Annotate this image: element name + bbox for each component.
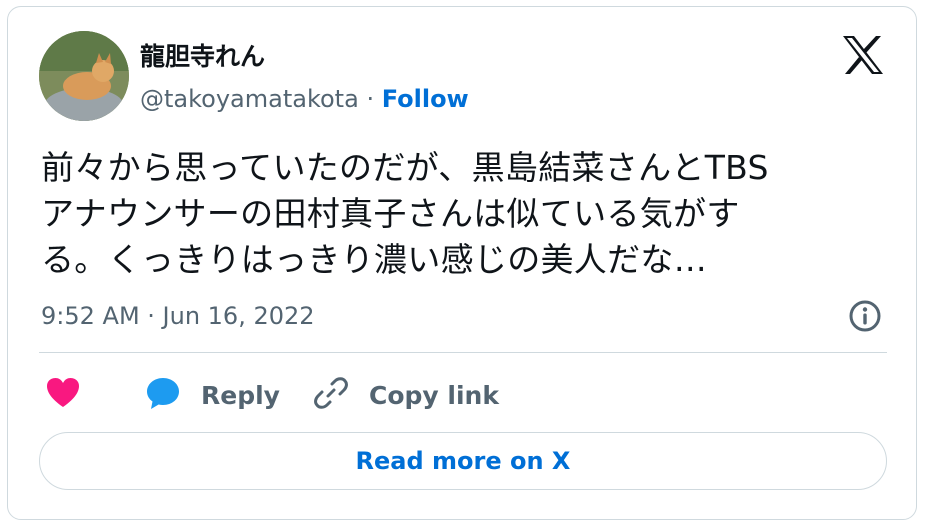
reply-button[interactable]: Reply xyxy=(145,375,280,415)
timestamp[interactable]: 9:52 AM · Jun 16, 2022 xyxy=(41,302,315,330)
avatar[interactable] xyxy=(39,31,129,121)
tweet-text: 前々から思っていたのだが、黒島結菜さんとTBS アナウンサーの田村真子さんは似て… xyxy=(41,145,881,283)
tweet-line: る。くっきりはっきり濃い感じの美人だな… xyxy=(41,240,707,279)
x-logo-icon[interactable] xyxy=(841,35,885,75)
tweet-line: アナウンサーの田村真子さんは似ている気がす xyxy=(41,194,740,233)
handle[interactable]: @takoyamatakota xyxy=(140,85,359,113)
info-icon[interactable] xyxy=(848,299,882,333)
separator: · xyxy=(358,85,382,113)
reply-label: Reply xyxy=(201,380,280,410)
copy-link-button[interactable]: Copy link xyxy=(313,375,499,415)
handle-row: @takoyamatakota · Follow xyxy=(140,85,469,113)
display-name[interactable]: 龍胆寺れん xyxy=(140,37,265,73)
follow-button[interactable]: Follow xyxy=(382,85,469,113)
copy-link-label: Copy link xyxy=(369,380,499,410)
reply-icon xyxy=(145,376,181,414)
tweet-line: 前々から思っていたのだが、黒島結菜さんとTBS xyxy=(41,148,769,187)
read-more-button[interactable]: Read more on X xyxy=(39,432,887,490)
like-button[interactable] xyxy=(46,375,80,415)
link-icon xyxy=(313,375,349,415)
divider xyxy=(39,352,887,353)
heart-icon xyxy=(46,377,80,413)
tweet-card: 龍胆寺れん @takoyamatakota · Follow 前々から思っていた… xyxy=(7,6,917,520)
